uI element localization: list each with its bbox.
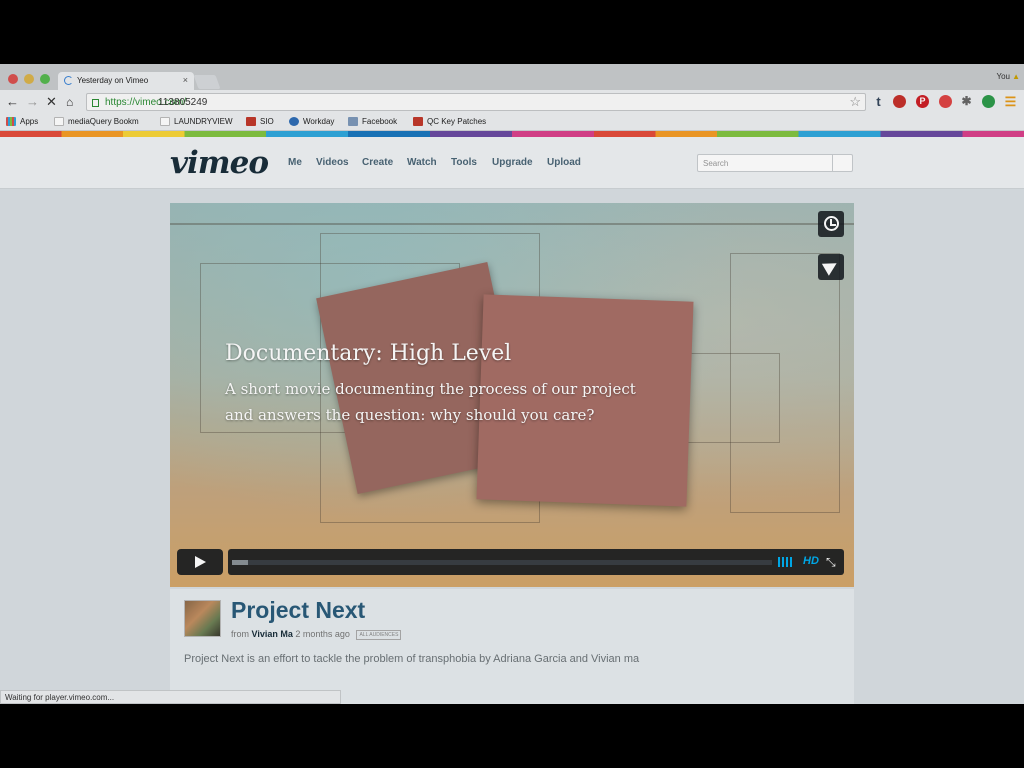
profile-name[interactable]: You (997, 72, 1011, 81)
clip-description: Project Next is an effort to tackle the … (184, 653, 640, 665)
vimeo-logo[interactable]: vimeo (170, 145, 269, 181)
window-close-button[interactable] (8, 74, 18, 84)
bookmark-label: LAUNDRYVIEW (174, 117, 233, 126)
volume-icon[interactable] (778, 557, 794, 567)
extension-icon[interactable] (893, 95, 906, 108)
workday-icon (289, 117, 299, 126)
back-arrow-icon[interactable]: ← (6, 94, 19, 110)
vimeo-header: vimeo Me Videos Create Watch Tools Upgra… (0, 137, 1024, 189)
tab-title: Yesterday on Vimeo (77, 76, 149, 85)
tumblr-extension-icon[interactable]: t (872, 95, 885, 108)
bookmark-apps[interactable]: Apps (6, 117, 38, 126)
time-ago: 2 months ago (295, 629, 350, 639)
texture-line (170, 223, 854, 225)
avatar[interactable] (184, 600, 221, 637)
bookmark-label: QC Key Patches (427, 117, 487, 126)
bookmark-qc-key-patches[interactable]: QC Key Patches (413, 117, 486, 126)
rating-badge: ALL AUDIENCES (356, 630, 402, 640)
stop-loading-icon[interactable]: ✕ (46, 94, 57, 110)
bookmark-label: SIO (260, 117, 274, 126)
bookmark-label: mediaQuery Bookm (68, 117, 139, 126)
bookmark-label: Apps (20, 117, 39, 126)
bookmarks-bar: Apps mediaQuery Bookm LAUNDRYVIEW SIO Wo… (0, 114, 1024, 131)
url-path: 113805249 (158, 97, 208, 108)
screen: Yesterday on Vimeo × You ▲ ← → ✕ ⌂ https… (0, 64, 1024, 704)
play-button[interactable] (177, 549, 223, 575)
page-icon (160, 117, 170, 126)
progress-fill (232, 560, 249, 565)
folder-icon (348, 117, 358, 126)
nav-create[interactable]: Create (362, 157, 393, 168)
loading-spinner-icon (64, 76, 73, 85)
lock-icon (92, 99, 99, 107)
extension-icon[interactable] (982, 95, 995, 108)
address-bar[interactable]: https://vimeo.com/ 113805249 ☆ (86, 93, 866, 111)
nav-tools[interactable]: Tools (451, 157, 477, 168)
send-icon (821, 257, 841, 276)
watch-later-button[interactable] (818, 211, 844, 237)
control-bar: HD ⤡ (228, 549, 844, 575)
sio-icon (246, 117, 256, 126)
status-bar: Waiting for player.vimeo.com... (0, 690, 341, 704)
menu-icon[interactable]: ☰ (1004, 95, 1017, 108)
player-controls: HD ⤡ (177, 549, 844, 575)
progress-bar[interactable] (232, 560, 772, 565)
bookmark-sio[interactable]: SIO (246, 117, 274, 126)
tab-bar: Yesterday on Vimeo × You ▲ (0, 64, 1024, 90)
clock-icon (823, 216, 839, 231)
page-icon (54, 117, 64, 126)
share-button[interactable] (818, 254, 844, 280)
bookmark-mediaquery[interactable]: mediaQuery Bookm (54, 117, 139, 126)
qc-icon (413, 117, 423, 126)
bookmark-label: Workday (303, 117, 335, 126)
nav-upgrade[interactable]: Upgrade (492, 157, 533, 168)
new-tab-button[interactable] (193, 75, 221, 89)
window-maximize-button[interactable] (40, 74, 50, 84)
apps-grid-icon (6, 117, 16, 126)
video-title: Documentary: High Level (225, 341, 512, 366)
home-icon[interactable]: ⌂ (66, 94, 73, 110)
nav-upload[interactable]: Upload (547, 157, 581, 168)
forward-arrow-icon[interactable]: → (26, 94, 39, 110)
byline: from Vivian Ma 2 months ago ALL AUDIENCE… (231, 629, 402, 640)
browser-toolbar: ← → ✕ ⌂ https://vimeo.com/ 113805249 ☆ t… (0, 90, 1024, 114)
extension-icon[interactable] (939, 95, 952, 108)
bookmark-laundryview[interactable]: LAUNDRYVIEW (160, 117, 233, 126)
nav-me[interactable]: Me (288, 157, 302, 168)
bookmark-label: Facebook (362, 117, 398, 126)
from-label: from (231, 629, 249, 639)
bookmark-workday[interactable]: Workday (289, 117, 334, 126)
nav-videos[interactable]: Videos (316, 157, 349, 168)
uploader-link[interactable]: Vivian Ma (252, 629, 293, 639)
video-description: A short movie documenting the process of… (225, 380, 636, 424)
video-player[interactable]: Documentary: High Level A short movie do… (170, 203, 854, 587)
clip-title: Project Next (231, 597, 366, 623)
window-minimize-button[interactable] (24, 74, 34, 84)
tab-close-icon[interactable]: × (183, 75, 188, 85)
search-input[interactable]: Search (697, 154, 853, 172)
browser-tab[interactable]: Yesterday on Vimeo × (58, 72, 194, 90)
hd-button[interactable]: HD (803, 555, 819, 567)
nav-watch[interactable]: Watch (407, 157, 437, 168)
puzzle-extension-icon[interactable]: ✱ (960, 95, 973, 108)
bookmark-facebook[interactable]: Facebook (348, 117, 397, 126)
search-placeholder: Search (703, 159, 729, 168)
fullscreen-icon[interactable]: ⤡ (826, 555, 836, 570)
bookmark-star-icon[interactable]: ☆ (849, 94, 861, 110)
warning-icon: ▲ (1012, 72, 1020, 81)
clip-info: Project Next from Vivian Ma 2 months ago… (170, 589, 854, 704)
search-button[interactable] (832, 155, 852, 171)
pinterest-extension-icon[interactable]: P (916, 95, 929, 108)
play-icon (195, 556, 206, 568)
